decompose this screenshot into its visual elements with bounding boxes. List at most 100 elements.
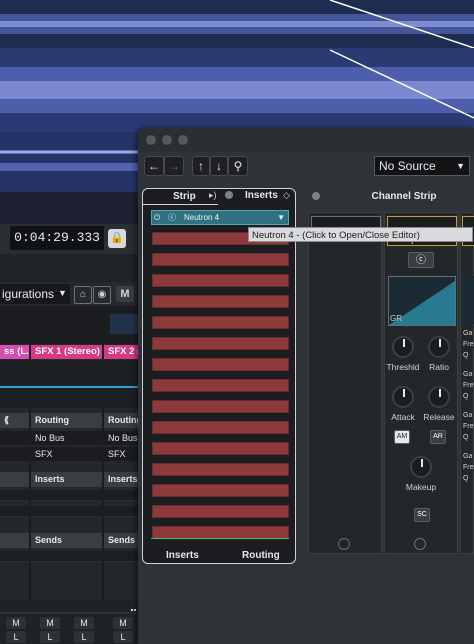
makeup-knob[interactable] [410, 456, 432, 478]
tab-inserts-bottom[interactable]: Inserts [166, 550, 199, 561]
empty-insert-slot[interactable] [152, 337, 289, 350]
preset-diamond-icon[interactable]: ◇ [283, 190, 290, 201]
tab-strip[interactable]: Strip [173, 191, 196, 202]
time-display[interactable]: 0:04:29.333 [10, 226, 104, 250]
empty-insert-slot[interactable] [152, 505, 289, 518]
bus-select-3[interactable]: No Bus [104, 431, 140, 445]
insert-slot[interactable] [0, 506, 29, 517]
release-knob[interactable] [428, 386, 450, 408]
listen-button[interactable]: L [40, 631, 60, 643]
bus-select-2[interactable]: No Bus [31, 431, 102, 445]
mute-button[interactable]: M [6, 617, 26, 629]
insert-slot[interactable] [31, 490, 102, 501]
insert-slot[interactable] [31, 506, 102, 517]
audio-track-2[interactable] [0, 48, 474, 132]
track-divider [0, 192, 140, 224]
bus-select-1[interactable] [0, 431, 29, 445]
send-slot[interactable] [104, 551, 140, 562]
threshold-knob[interactable] [392, 336, 414, 358]
eq-display [462, 276, 474, 324]
m-button[interactable]: M [116, 286, 134, 302]
empty-insert-slot[interactable] [152, 295, 289, 308]
minimize-window-icon[interactable] [162, 135, 172, 145]
inserts-header-1[interactable] [0, 472, 29, 487]
channel-name-2[interactable]: SFX 1 (Stereo) [31, 345, 102, 359]
inserts-header-2[interactable]: Inserts [31, 472, 102, 487]
send-slot[interactable] [31, 551, 102, 562]
listen-button[interactable]: L [113, 631, 133, 643]
insert-slot[interactable] [104, 490, 140, 501]
routing-header-2[interactable]: Routing [31, 413, 102, 428]
compressor-power-icon[interactable] [414, 538, 426, 550]
mute-button[interactable]: M [40, 617, 60, 629]
camera-icon[interactable]: ◉ [93, 286, 111, 304]
mute-button[interactable]: M [113, 617, 133, 629]
sends-header-3[interactable]: Sends [104, 533, 140, 548]
gate-power-icon[interactable] [338, 538, 350, 550]
empty-insert-slot[interactable] [152, 463, 289, 476]
auto-makeup-button[interactable]: AM [394, 430, 410, 444]
insert-slot[interactable] [0, 490, 29, 501]
routing-header-3[interactable]: Routing [104, 413, 140, 428]
listen-button[interactable]: L [6, 631, 26, 643]
forward-arrow-icon[interactable]: → [164, 156, 184, 176]
ratio-knob[interactable] [428, 336, 450, 358]
lock-icon[interactable]: 🔒 [108, 229, 126, 248]
tab-inserts[interactable]: Inserts [245, 190, 278, 201]
mixer-blue-strip [110, 314, 140, 334]
up-arrow-icon[interactable]: ↑ [192, 156, 210, 176]
source-select[interactable]: No Source ▼ [374, 156, 470, 176]
empty-insert-slot[interactable] [152, 253, 289, 266]
eq-labels: Ga Fre Q Ga Fre Q Ga Fre Q Ga Fre Q [463, 330, 474, 482]
speaker-icon[interactable]: ▸) [209, 190, 217, 201]
routing-header-1[interactable]: ⟪ [0, 413, 29, 428]
close-window-icon[interactable] [146, 135, 156, 145]
output-select-3[interactable]: SFX [104, 447, 140, 461]
insert-slot[interactable] [104, 506, 140, 517]
empty-insert-slot[interactable] [152, 442, 289, 455]
window-titlebar[interactable] [138, 128, 474, 152]
routing-arrow-icon: ⟪ [4, 415, 10, 425]
channel-strip-indicator-icon[interactable] [312, 192, 320, 200]
inserts-header-3[interactable]: Inserts [104, 472, 140, 487]
edit-icon[interactable]: ⓒ [168, 211, 176, 224]
zoom-window-icon[interactable] [178, 135, 188, 145]
tab-inserts-indicator-icon[interactable] [225, 191, 233, 199]
audio-track-1[interactable] [0, 0, 474, 48]
back-arrow-icon[interactable]: ← [144, 156, 164, 176]
gr-label: GR [390, 314, 402, 323]
sends-header-2[interactable]: Sends [31, 533, 102, 548]
bypass-icon[interactable]: ⏻ [154, 211, 160, 224]
listen-button[interactable]: L [74, 631, 94, 643]
insert-slot-neutron[interactable]: ⏻ ⓒ Neutron 4 ▼ [151, 210, 289, 225]
empty-insert-slot[interactable] [152, 316, 289, 329]
output-select-2[interactable]: SFX [31, 447, 102, 461]
plugin-tooltip: Neutron 4 - (Click to Open/Close Editor) [248, 227, 473, 242]
home-icon[interactable]: ⌂ [74, 286, 92, 304]
channel-name-1[interactable]: ss (L. [0, 345, 29, 359]
search-icon[interactable]: ⚲ [228, 156, 248, 176]
empty-insert-slot[interactable] [152, 421, 289, 434]
chevron-down-icon[interactable]: ▼ [277, 211, 285, 224]
sidechain-button[interactable]: SC [414, 508, 430, 522]
empty-insert-slot[interactable] [152, 274, 289, 287]
chevron-down-icon: ▼ [456, 161, 465, 171]
compressor-edit-icon[interactable]: ⓒ [408, 252, 434, 268]
makeup-label: Makeup [405, 482, 437, 492]
channel-name-3[interactable]: SFX 2 (S [104, 345, 140, 359]
waveform-1 [0, 0, 474, 48]
empty-insert-slot[interactable] [152, 358, 289, 371]
empty-insert-slot[interactable] [152, 379, 289, 392]
sends-header-1[interactable] [0, 533, 29, 548]
attack-label: Attack [391, 412, 415, 422]
send-slot[interactable] [0, 551, 29, 562]
down-arrow-icon[interactable]: ↓ [210, 156, 228, 176]
empty-insert-slot[interactable] [152, 484, 289, 497]
output-select-1[interactable] [0, 447, 29, 461]
tab-routing-bottom[interactable]: Routing [242, 550, 280, 561]
auto-release-button[interactable]: AR [430, 430, 446, 444]
attack-knob[interactable] [392, 386, 414, 408]
chevron-down-icon[interactable]: ▼ [58, 288, 67, 298]
empty-insert-slot[interactable] [152, 400, 289, 413]
mute-button[interactable]: M [74, 617, 94, 629]
